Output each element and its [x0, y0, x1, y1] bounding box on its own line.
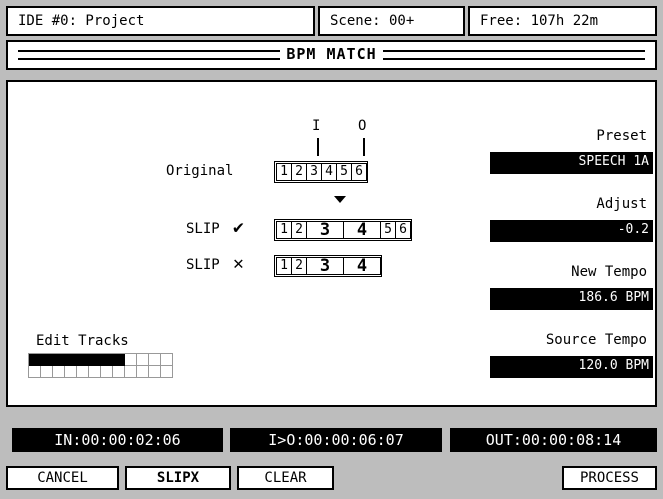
edit-track-cell[interactable]: [125, 354, 137, 366]
edit-track-cell[interactable]: [65, 354, 77, 366]
segment: 5: [380, 221, 396, 239]
original-sequence: 1 2 3 4 5 6: [274, 161, 368, 183]
segment: 1: [276, 257, 292, 275]
edit-track-cell[interactable]: [89, 354, 101, 366]
segment: 6: [395, 221, 411, 239]
segment: 2: [291, 221, 307, 239]
segment: 6: [351, 163, 367, 181]
edit-track-cell[interactable]: [29, 366, 41, 378]
in-marker-label: I: [312, 118, 321, 134]
project-name: IDE #0: Project: [6, 6, 315, 36]
out-timecode: OUT:00:00:08:14: [450, 428, 657, 452]
edit-track-cell[interactable]: [53, 354, 65, 366]
scene-indicator: Scene: 00+: [318, 6, 465, 36]
edit-track-cell[interactable]: [161, 354, 173, 366]
slip-check-label: SLIP: [186, 221, 220, 237]
free-space-indicator: Free: 107h 22m: [468, 6, 657, 36]
in-out-duration-timecode: I>O:00:00:06:07: [230, 428, 442, 452]
cancel-button[interactable]: CANCEL: [6, 466, 119, 490]
slipx-button[interactable]: SLIPX: [125, 466, 231, 490]
preset-label: Preset: [596, 128, 647, 144]
adjust-field[interactable]: -0.2: [490, 220, 653, 242]
edit-tracks-label: Edit Tracks: [36, 333, 129, 349]
main-panel: I O Original 1 2 3 4 5 6 SLIP ✔ 1 2 3 4 …: [6, 80, 657, 407]
slip-x-sequence: 1 2 3 4: [274, 255, 382, 277]
new-tempo-label: New Tempo: [571, 264, 647, 280]
preset-field[interactable]: SPEECH 1A: [490, 152, 653, 174]
edit-track-cell[interactable]: [149, 366, 161, 378]
edit-track-cell[interactable]: [113, 354, 125, 366]
segment: 2: [291, 257, 307, 275]
segment: 4: [321, 163, 337, 181]
edit-track-cell[interactable]: [113, 366, 125, 378]
clear-button[interactable]: CLEAR: [237, 466, 334, 490]
process-button[interactable]: PROCESS: [562, 466, 657, 490]
cross-icon: ✕: [233, 253, 244, 274]
source-tempo-field[interactable]: 120.0 BPM: [490, 356, 653, 378]
slip-check-sequence: 1 2 3 4 5 6: [274, 219, 412, 241]
segment: 5: [336, 163, 352, 181]
source-tempo-label: Source Tempo: [545, 332, 647, 348]
edit-track-cell[interactable]: [137, 366, 149, 378]
edit-track-cell[interactable]: [101, 354, 113, 366]
segment: 2: [291, 163, 307, 181]
edit-track-cell[interactable]: [77, 366, 89, 378]
edit-track-cell[interactable]: [89, 366, 101, 378]
arrow-down-icon: [334, 196, 346, 203]
checkmark-icon: ✔: [233, 217, 244, 238]
edit-tracks-grid[interactable]: [28, 353, 173, 378]
dialog-title: BPM MATCH: [280, 45, 383, 63]
in-marker-line: [317, 138, 319, 156]
new-tempo-field[interactable]: 186.6 BPM: [490, 288, 653, 310]
edit-track-cell[interactable]: [77, 354, 89, 366]
segment-stretched: 3: [306, 257, 344, 275]
adjust-label: Adjust: [596, 196, 647, 212]
edit-track-cell[interactable]: [137, 354, 149, 366]
segment: 1: [276, 221, 292, 239]
edit-track-cell[interactable]: [101, 366, 113, 378]
segment-stretched: 4: [343, 221, 381, 239]
segment: 3: [306, 163, 322, 181]
edit-track-cell[interactable]: [41, 366, 53, 378]
slip-x-label: SLIP: [186, 257, 220, 273]
original-label: Original: [166, 163, 234, 179]
edit-track-cell[interactable]: [149, 354, 161, 366]
segment: 1: [276, 163, 292, 181]
dialog-title-bar: BPM MATCH: [6, 40, 657, 70]
edit-track-cell[interactable]: [53, 366, 65, 378]
out-marker-line: [363, 138, 365, 156]
edit-track-cell[interactable]: [41, 354, 53, 366]
edit-track-cell[interactable]: [29, 354, 41, 366]
out-marker-label: O: [358, 118, 367, 134]
edit-track-cell[interactable]: [125, 366, 137, 378]
segment-stretched: 4: [343, 257, 381, 275]
in-timecode: IN:00:00:02:06: [12, 428, 223, 452]
edit-track-cell[interactable]: [65, 366, 77, 378]
edit-track-cell[interactable]: [161, 366, 173, 378]
segment-stretched: 3: [306, 221, 344, 239]
